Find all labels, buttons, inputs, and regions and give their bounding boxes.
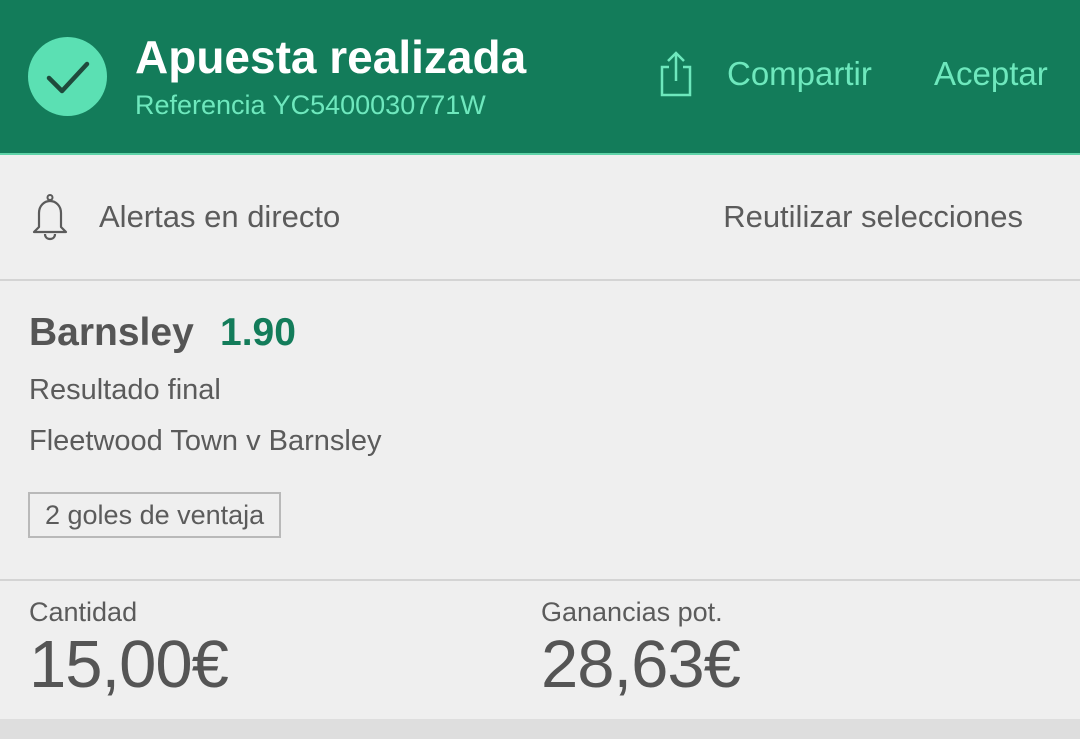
selection-market: Resultado final bbox=[29, 374, 221, 406]
alerts-row: Alertas en directo Reutilizar seleccione… bbox=[0, 155, 1080, 281]
live-alerts-button[interactable]: Alertas en directo bbox=[99, 199, 340, 235]
stake-value: 15,00€ bbox=[29, 627, 229, 702]
accept-button[interactable]: Aceptar bbox=[934, 55, 1048, 93]
share-icon[interactable] bbox=[656, 50, 696, 103]
bell-icon[interactable] bbox=[30, 193, 70, 246]
selection-tag: 2 goles de ventaja bbox=[28, 492, 282, 538]
bet-reference: Referencia YC5400030771W bbox=[135, 90, 486, 120]
bet-confirmation-header: Apuesta realizada Referencia YC540003077… bbox=[0, 0, 1080, 155]
selection-odds: 1.90 bbox=[220, 311, 296, 354]
selection-name: Barnsley bbox=[29, 311, 194, 354]
bet-selection: Barnsley 1.90 Resultado final Fleetwood … bbox=[0, 281, 1080, 581]
selection-event: Fleetwood Town v Barnsley bbox=[29, 425, 382, 457]
potential-winnings-label: Ganancias pot. bbox=[541, 597, 723, 627]
reuse-selections-button[interactable]: Reutilizar selecciones bbox=[723, 199, 1023, 235]
share-button[interactable]: Compartir bbox=[727, 55, 872, 93]
checkmark-icon bbox=[28, 37, 107, 116]
potential-winnings-value: 28,63€ bbox=[541, 627, 741, 702]
bottom-divider bbox=[0, 719, 1080, 739]
stake-label: Cantidad bbox=[29, 597, 138, 627]
page-title: Apuesta realizada bbox=[135, 31, 527, 83]
